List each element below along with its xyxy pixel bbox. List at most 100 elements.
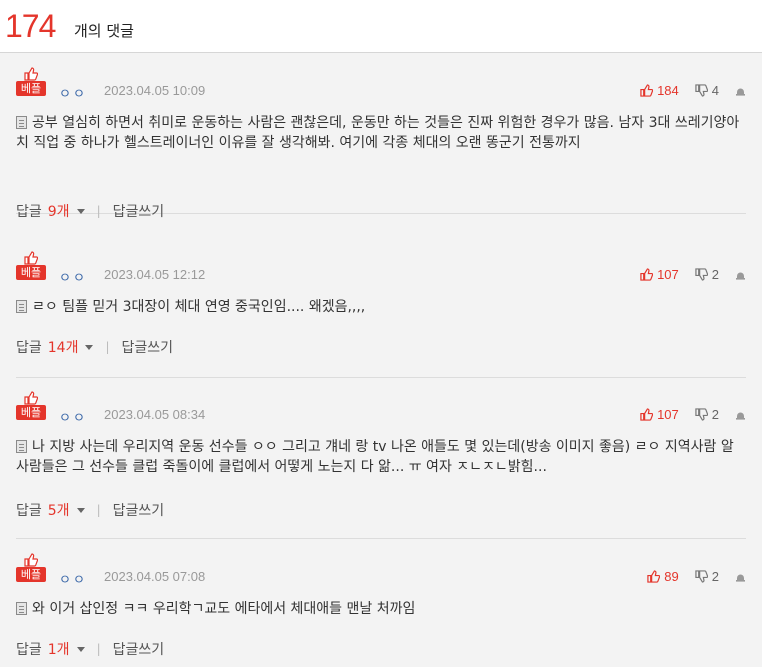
best-comment-badge: 베플 (16, 391, 46, 421)
best-label: 베플 (16, 265, 46, 280)
report-button[interactable] (735, 571, 746, 582)
thumbs-up-icon (640, 267, 654, 281)
downvote-button[interactable]: 2 (695, 407, 719, 422)
downvote-count: 2 (711, 406, 719, 422)
divider: | (105, 340, 110, 354)
upvote-button[interactable]: 107 (640, 407, 679, 422)
vote-area: 107 2 (624, 405, 746, 423)
downvote-count: 2 (711, 568, 719, 584)
thumbs-up-icon (640, 83, 654, 97)
thumbs-down-icon (695, 569, 708, 583)
best-comment-badge: 베플 (16, 553, 46, 583)
caret-down-icon (76, 208, 85, 214)
vote-area: 89 2 (631, 567, 746, 585)
comment-author[interactable]: ㅇㅇ (59, 407, 87, 426)
comment-text: ㄹㅇ 팀플 믿거 3대장이 체대 연영 중국인임.... 왜겠음,,,, (16, 297, 751, 317)
best-comment-badge: 베플 (16, 251, 46, 281)
comment-text: 나 지방 사는데 우리지역 운동 선수들 ㅇㅇ 그리고 걔네 랑 tv 나온 애… (16, 437, 751, 477)
comment-author[interactable]: ㅇㅇ (59, 569, 87, 588)
comment-date: 2023.04.05 07:08 (104, 569, 206, 584)
comment-actions: 답글 14개 | 답글쓰기 (16, 337, 173, 357)
write-reply-button[interactable]: 답글쓰기 (113, 639, 165, 659)
comment-item: 베플 ㅇㅇ 2023.04.05 10:09 184 4 공부 열심히 하면서 … (16, 53, 746, 220)
comment-actions: 답글 1개 | 답글쓰기 (16, 639, 164, 659)
best-label: 베플 (16, 81, 46, 96)
comment-actions: 답글 9개 | 답글쓰기 (16, 201, 164, 221)
reply-count: 1개 (47, 642, 70, 658)
thumbs-up-icon (24, 391, 38, 405)
upvote-count: 107 (657, 406, 679, 422)
divider: | (96, 204, 101, 218)
reply-toggle-button[interactable]: 답글 14개 (16, 337, 94, 357)
comment-actions: 답글 5개 | 답글쓰기 (16, 500, 164, 520)
write-reply-button[interactable]: 답글쓰기 (113, 500, 165, 520)
comment-date: 2023.04.05 12:12 (104, 267, 206, 282)
report-icon (736, 272, 745, 280)
document-icon (16, 300, 27, 313)
thumbs-down-icon (695, 267, 708, 281)
thumbs-down-icon (695, 407, 708, 421)
caret-down-icon (76, 646, 85, 652)
best-label: 베플 (16, 405, 46, 420)
report-button[interactable] (735, 85, 746, 96)
vote-area: 184 4 (624, 81, 746, 99)
write-reply-button[interactable]: 답글쓰기 (113, 201, 165, 221)
comment-item: 베플 ㅇㅇ 2023.04.05 12:12 107 2 ㄹㅇ 팀플 믿거 3대… (16, 237, 746, 378)
upvote-count: 89 (664, 568, 679, 584)
downvote-count: 4 (711, 82, 719, 98)
reply-toggle-button[interactable]: 답글 5개 (16, 500, 85, 520)
thumbs-up-icon (647, 569, 661, 583)
report-button[interactable] (735, 409, 746, 420)
thumbs-up-icon (640, 407, 654, 421)
reply-label: 답글 (16, 340, 42, 356)
comment-text: 와 이거 삽인정 ㅋㅋ 우리학ㄱ교도 에타에서 체대애들 맨날 처까임 (16, 599, 751, 619)
upvote-count: 107 (657, 266, 679, 282)
upvote-button[interactable]: 89 (647, 568, 679, 584)
comment-count: 174 (5, 8, 56, 44)
downvote-count: 2 (711, 266, 719, 282)
vote-area: 107 2 (624, 265, 746, 283)
comment-author[interactable]: ㅇㅇ (59, 83, 87, 102)
comment-body: 공부 열심히 하면서 취미로 운동하는 사람은 괜찮은데, 운동만 하는 것들은… (16, 115, 740, 151)
report-icon (736, 88, 745, 96)
reply-toggle-button[interactable]: 답글 1개 (16, 639, 85, 659)
reply-label: 답글 (16, 642, 42, 658)
report-icon (736, 412, 745, 420)
caret-down-icon (85, 344, 94, 350)
thumbs-up-icon (24, 553, 38, 567)
downvote-button[interactable]: 2 (695, 267, 719, 282)
comment-author[interactable]: ㅇㅇ (59, 267, 87, 286)
document-icon (16, 116, 27, 129)
divider: | (96, 503, 101, 517)
report-icon (736, 574, 745, 582)
reply-toggle-button[interactable]: 답글 9개 (16, 201, 85, 221)
comment-item: 베플 ㅇㅇ 2023.04.05 07:08 89 2 와 이거 삽인정 ㅋㅋ … (16, 539, 746, 667)
upvote-button[interactable]: 184 (640, 83, 679, 98)
write-reply-button[interactable]: 답글쓰기 (122, 337, 174, 357)
thumbs-down-icon (695, 83, 708, 97)
best-label: 베플 (16, 567, 46, 582)
caret-down-icon (76, 507, 85, 513)
comment-body: 와 이거 삽인정 ㅋㅋ 우리학ㄱ교도 에타에서 체대애들 맨날 처까임 (32, 601, 416, 617)
report-button[interactable] (735, 269, 746, 280)
downvote-button[interactable]: 4 (695, 83, 719, 98)
comment-body: 나 지방 사는데 우리지역 운동 선수들 ㅇㅇ 그리고 걔네 랑 tv 나온 애… (16, 439, 734, 475)
best-comment-badge: 베플 (16, 67, 46, 97)
comment-date: 2023.04.05 08:34 (104, 407, 206, 422)
comments-header: 174 개의 댓글 (0, 0, 762, 53)
comment-text: 공부 열심히 하면서 취미로 운동하는 사람은 괜찮은데, 운동만 하는 것들은… (16, 113, 751, 153)
reply-count: 5개 (47, 503, 70, 519)
downvote-button[interactable]: 2 (695, 569, 719, 584)
thumbs-up-icon (24, 251, 38, 265)
comment-item: 베플 ㅇㅇ 2023.04.05 08:34 107 2 나 지방 사는데 우리… (16, 377, 746, 539)
upvote-button[interactable]: 107 (640, 267, 679, 282)
reply-label: 답글 (16, 204, 42, 220)
reply-count: 9개 (47, 204, 70, 220)
comment-date: 2023.04.05 10:09 (104, 83, 206, 98)
comment-body: ㄹㅇ 팀플 믿거 3대장이 체대 연영 중국인임.... 왜겠음,,,, (32, 299, 366, 315)
reply-label: 답글 (16, 503, 42, 519)
thumbs-up-icon (24, 67, 38, 81)
reply-count: 14개 (47, 340, 79, 356)
document-icon (16, 440, 27, 453)
divider: | (96, 642, 101, 656)
